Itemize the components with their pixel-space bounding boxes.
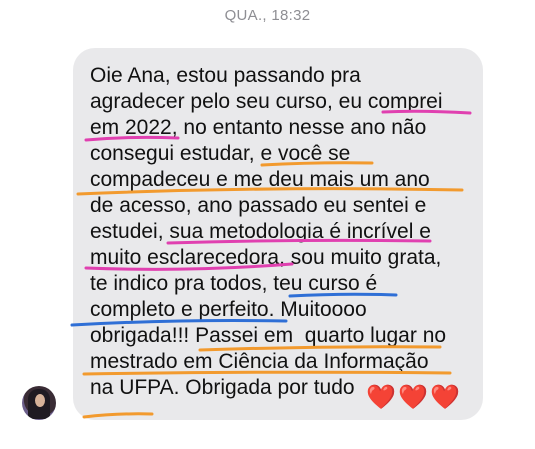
orange-underline-passei [198, 345, 442, 352]
pink-underline-comprei [381, 109, 472, 115]
orange-underline-ufpa [82, 412, 154, 419]
pink-underline-esclarecedora [84, 262, 294, 271]
avatar-face [35, 394, 45, 407]
orange-underline-mestrado [82, 370, 452, 376]
highlight-underlines [70, 109, 472, 419]
blue-underline-teu-curso [288, 292, 398, 298]
pink-underline-metodologia [166, 238, 432, 245]
blue-underline-completo [70, 319, 288, 327]
orange-underline-voce-se [260, 161, 374, 167]
sender-avatar[interactable] [22, 386, 56, 420]
pink-underline-em-2022 [84, 135, 180, 142]
orange-underline-compadeceu [76, 187, 464, 196]
